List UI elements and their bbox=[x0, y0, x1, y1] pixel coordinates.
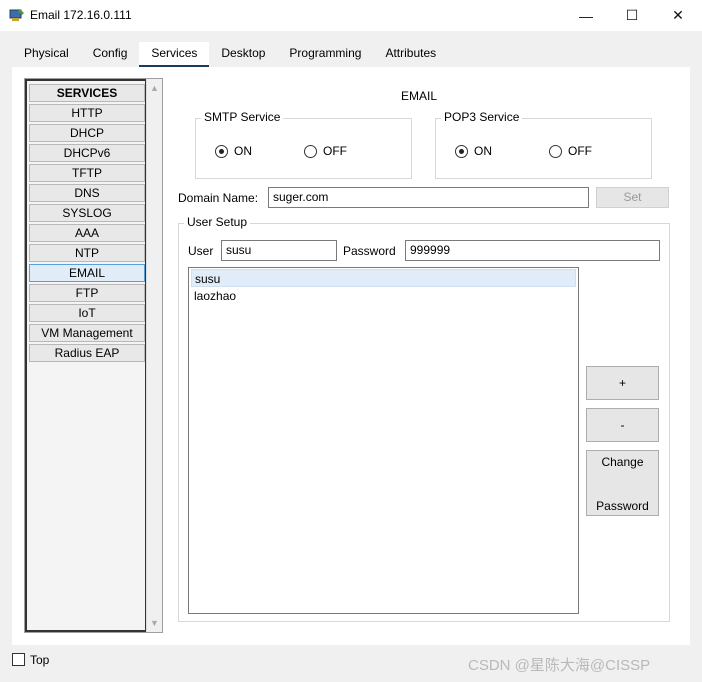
remove-user-button[interactable]: - bbox=[586, 408, 659, 442]
service-item-dhcp[interactable]: DHCP bbox=[29, 124, 145, 142]
change-password-button[interactable]: Change Password bbox=[586, 450, 659, 516]
service-item-dhcpv6[interactable]: DHCPv6 bbox=[29, 144, 145, 162]
title-bar: Email 172.16.0.111 — ☐ ✕ bbox=[0, 0, 702, 31]
smtp-service-label: SMTP Service bbox=[201, 110, 284, 124]
user-list-item-laozhao[interactable]: laozhao bbox=[191, 287, 576, 305]
password-label: Password bbox=[343, 244, 396, 258]
tab-config[interactable]: Config bbox=[81, 42, 140, 68]
top-checkbox-label: Top bbox=[30, 653, 50, 667]
pop3-on-label: ON bbox=[474, 144, 492, 158]
service-item-tftp[interactable]: TFTP bbox=[29, 164, 145, 182]
scroll-up-icon[interactable]: ▲ bbox=[150, 83, 159, 93]
tab-services[interactable]: Services bbox=[139, 42, 210, 68]
service-item-ftp[interactable]: FTP bbox=[29, 284, 145, 302]
service-item-aaa[interactable]: AAA bbox=[29, 224, 145, 242]
minimize-button[interactable]: — bbox=[563, 0, 609, 31]
scroll-down-icon[interactable]: ▼ bbox=[150, 618, 159, 628]
service-item-http[interactable]: HTTP bbox=[29, 104, 145, 122]
smtp-on-radio[interactable]: ON bbox=[215, 144, 252, 158]
tab-bar: Physical Config Services Desktop Program… bbox=[12, 42, 448, 68]
smtp-on-label: ON bbox=[234, 144, 252, 158]
service-item-ntp[interactable]: NTP bbox=[29, 244, 145, 262]
packet-tracer-pc-icon bbox=[9, 9, 24, 21]
user-setup-label: User Setup bbox=[184, 215, 251, 229]
watermark-text: CSDN @星陈大海@CISSP bbox=[468, 657, 651, 674]
service-item-email[interactable]: EMAIL bbox=[29, 264, 145, 282]
maximize-button[interactable]: ☐ bbox=[609, 0, 655, 31]
change-password-label-line1: Change bbox=[601, 455, 644, 469]
domain-name-label: Domain Name: bbox=[178, 191, 259, 205]
top-checkbox[interactable] bbox=[12, 653, 25, 666]
window-title: Email 172.16.0.111 bbox=[30, 8, 132, 22]
service-item-vm-management[interactable]: VM Management bbox=[29, 324, 145, 342]
domain-name-input[interactable]: suger.com bbox=[268, 187, 589, 208]
smtp-off-radio[interactable]: OFF bbox=[304, 144, 347, 158]
close-button[interactable]: ✕ bbox=[655, 0, 701, 31]
tab-programming[interactable]: Programming bbox=[277, 42, 373, 68]
user-list[interactable]: susu laozhao bbox=[188, 267, 579, 614]
radio-unchecked-icon[interactable] bbox=[304, 144, 317, 158]
email-title: EMAIL bbox=[401, 89, 438, 103]
services-list-inner: SERVICES HTTP DHCP DHCPv6 TFTP DNS SYSLO… bbox=[25, 79, 147, 632]
service-item-radius-eap[interactable]: Radius EAP bbox=[29, 344, 145, 362]
service-item-dns[interactable]: DNS bbox=[29, 184, 145, 202]
smtp-off-label: OFF bbox=[323, 144, 347, 158]
tab-attributes[interactable]: Attributes bbox=[373, 42, 448, 68]
pop3-off-label: OFF bbox=[568, 144, 592, 158]
pop3-on-radio[interactable]: ON bbox=[455, 144, 492, 158]
service-item-iot[interactable]: IoT bbox=[29, 304, 145, 322]
user-label: User bbox=[188, 244, 214, 258]
set-button[interactable]: Set bbox=[596, 187, 669, 208]
radio-unchecked-icon[interactable] bbox=[549, 144, 562, 158]
radio-checked-icon[interactable] bbox=[215, 144, 228, 158]
radio-checked-icon[interactable] bbox=[455, 144, 468, 158]
services-list: SERVICES HTTP DHCP DHCPv6 TFTP DNS SYSLO… bbox=[24, 78, 163, 633]
user-input[interactable]: susu bbox=[221, 240, 337, 261]
service-item-syslog[interactable]: SYSLOG bbox=[29, 204, 145, 222]
services-scrollbar[interactable]: ▲ ▼ bbox=[146, 79, 162, 632]
pop3-off-radio[interactable]: OFF bbox=[549, 144, 592, 158]
password-input[interactable]: 999999 bbox=[405, 240, 660, 261]
services-header: SERVICES bbox=[29, 84, 145, 102]
tab-desktop[interactable]: Desktop bbox=[209, 42, 277, 68]
change-password-label-line2: Password bbox=[596, 499, 649, 513]
pop3-service-label: POP3 Service bbox=[441, 110, 523, 124]
tab-physical[interactable]: Physical bbox=[12, 42, 81, 68]
add-user-button[interactable]: + bbox=[586, 366, 659, 400]
user-list-item-susu[interactable]: susu bbox=[191, 269, 576, 287]
